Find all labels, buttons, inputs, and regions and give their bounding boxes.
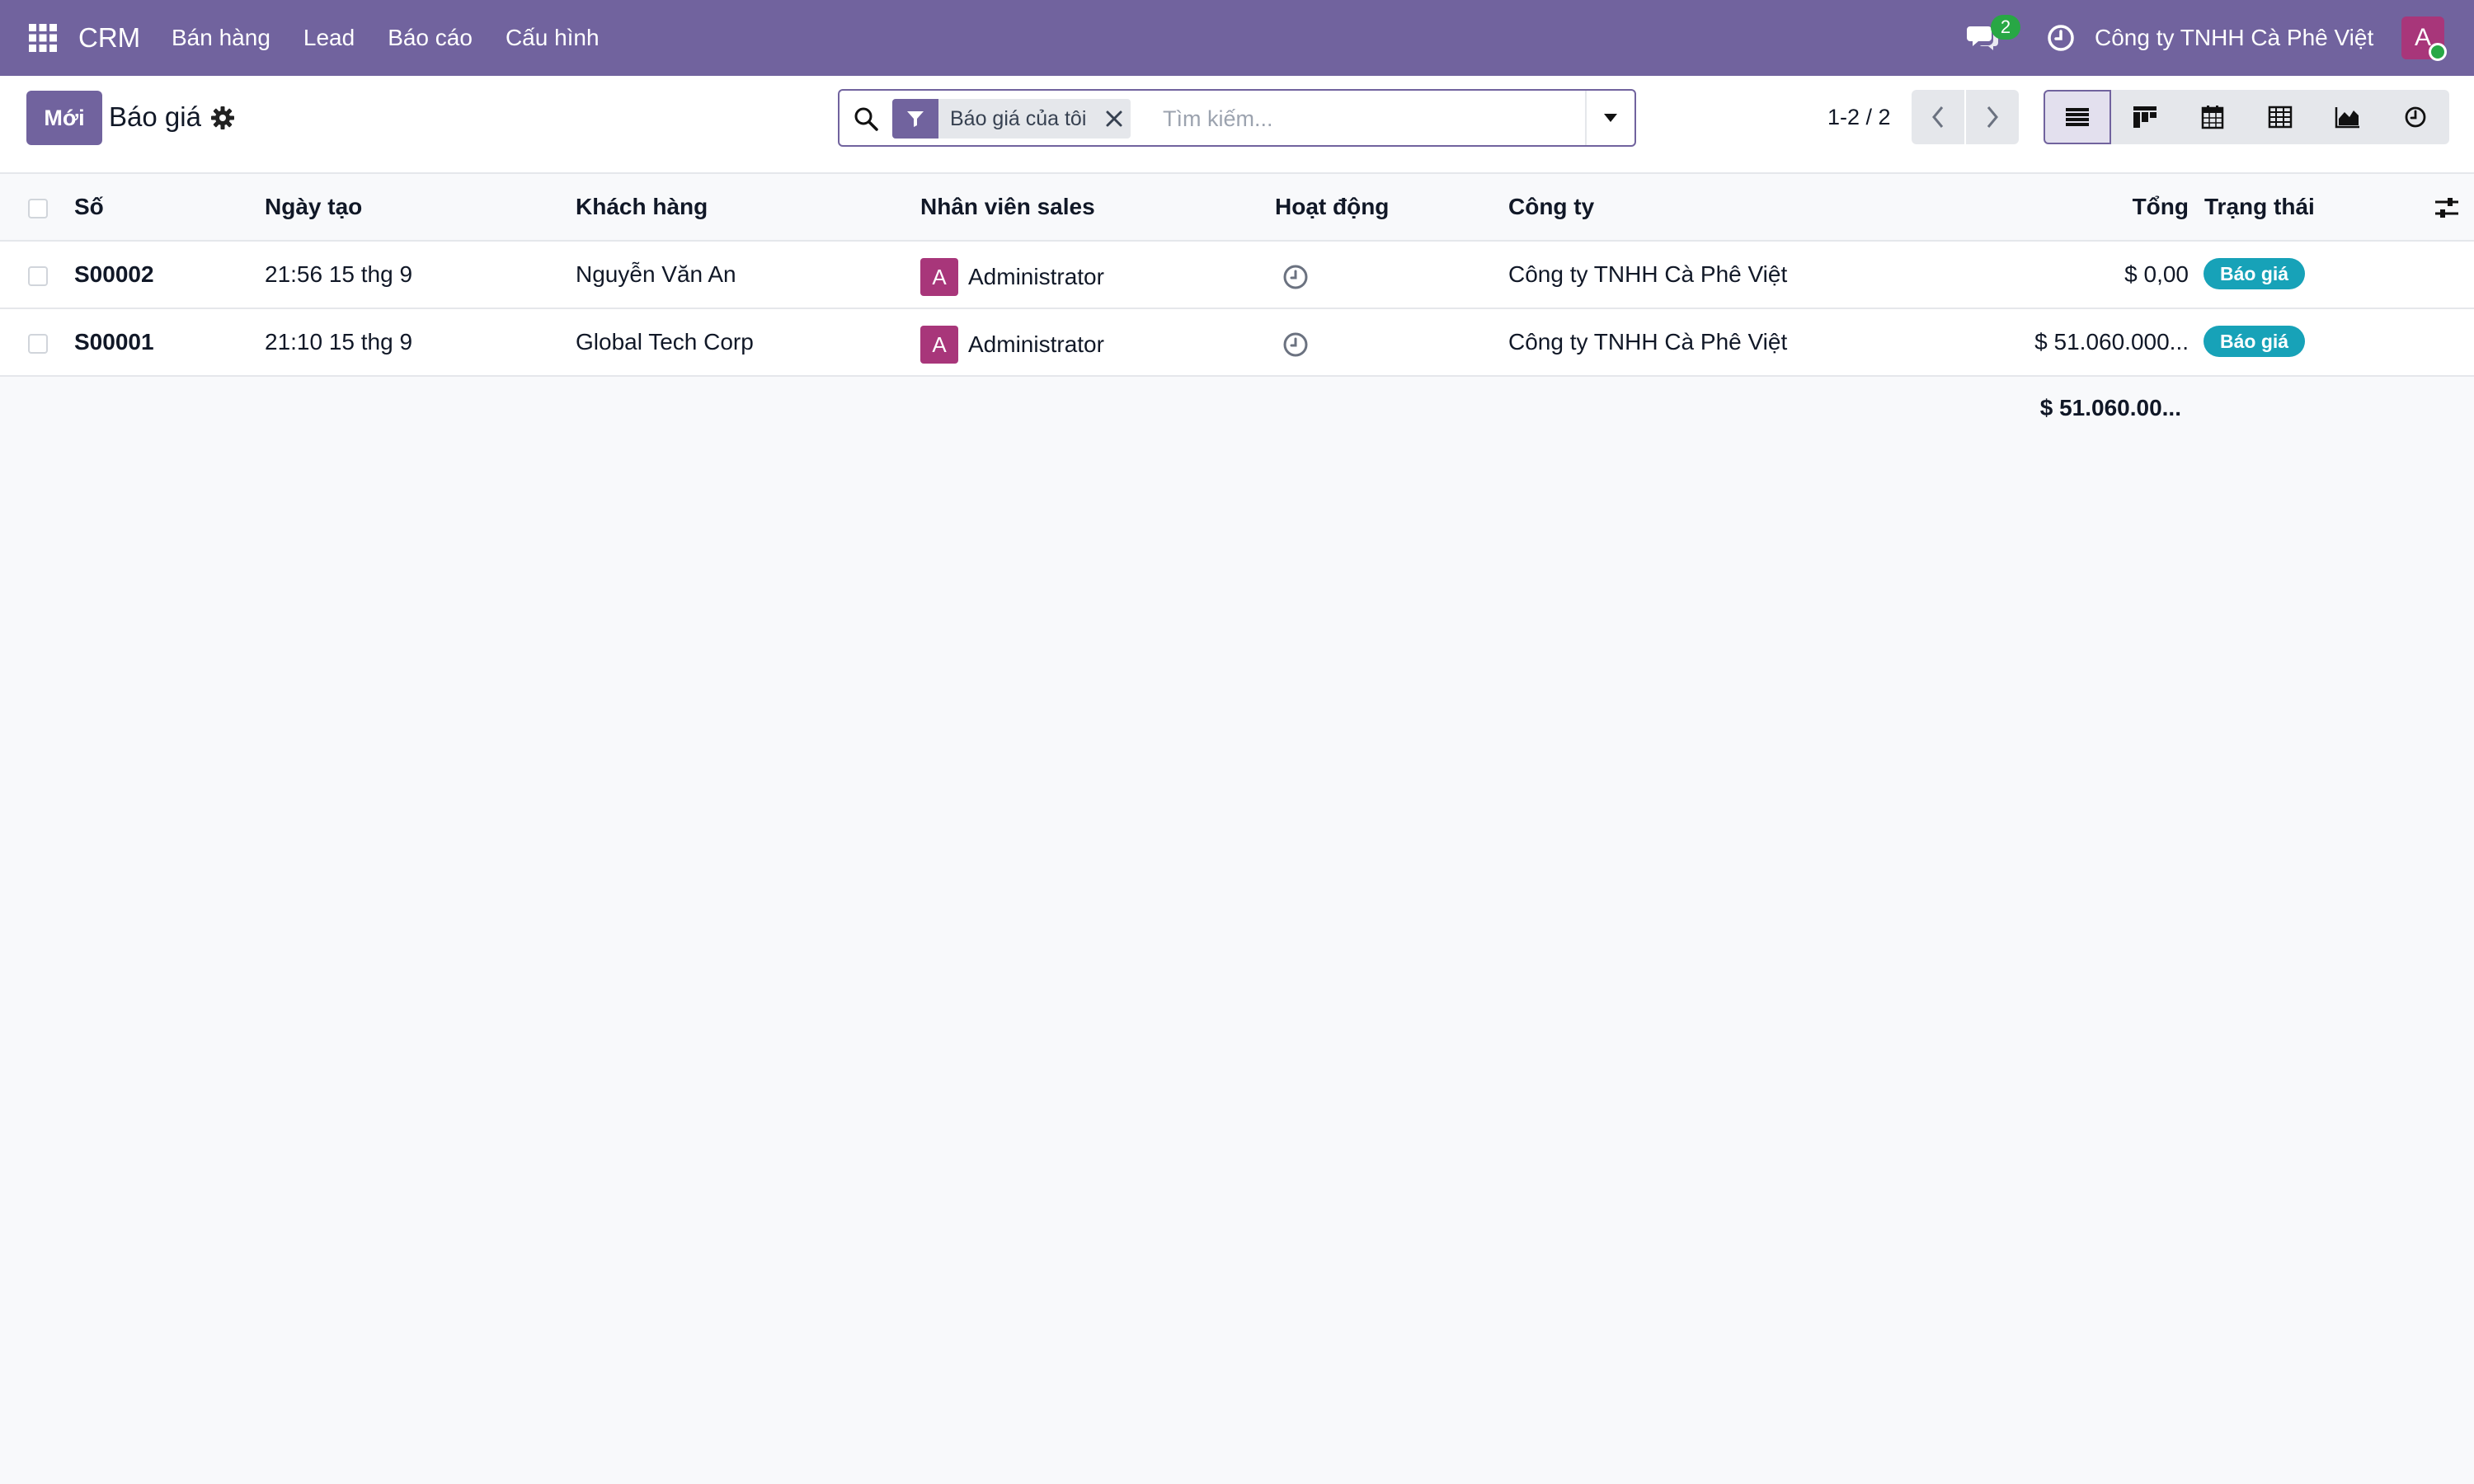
select-all-checkbox[interactable]: [28, 199, 48, 218]
pager-previous-button[interactable]: [1912, 90, 1964, 144]
apps-grid-icon[interactable]: [28, 23, 58, 53]
company-switcher[interactable]: Công ty TNHH Cà Phê Việt: [2095, 20, 2373, 56]
new-button[interactable]: Mới: [26, 91, 102, 145]
salesperson-avatar: A: [920, 326, 958, 364]
list-header: Số Ngày tạo Khách hàng Nhân viên sales H…: [0, 174, 2474, 242]
salesperson-name: Administrator: [968, 264, 1104, 289]
main-menu: Bán hàng Lead Báo cáo Cấu hình: [172, 20, 600, 56]
pager-next-button[interactable]: [1966, 90, 2019, 144]
facet-label: Báo giá của tôi: [950, 107, 1087, 130]
close-icon[interactable]: [1098, 99, 1131, 139]
creation-date: 21:10 15 thg 9: [265, 329, 413, 355]
chevron-left-icon: [1932, 106, 1944, 128]
total-amount: $ 0,00: [2124, 261, 2189, 287]
column-header-activity[interactable]: Hoạt động: [1275, 190, 1389, 223]
column-header-customer[interactable]: Khách hàng: [576, 190, 708, 223]
calendar-icon: [2201, 106, 2224, 129]
top-navbar: CRM Bán hàng Lead Báo cáo Cấu hình 2 Côn…: [0, 0, 2474, 76]
chevron-right-icon: [1987, 106, 1998, 128]
online-status-dot: [2429, 43, 2447, 61]
column-header-date[interactable]: Ngày tạo: [265, 190, 362, 223]
quotations-list: Số Ngày tạo Khách hàng Nhân viên sales H…: [0, 174, 2474, 444]
pivot-table-icon: [2268, 106, 2293, 129]
column-header-total[interactable]: Tổng: [2133, 190, 2189, 223]
activity-clock-icon[interactable]: [2046, 23, 2076, 53]
view-pivot-button[interactable]: [2246, 90, 2314, 144]
total-amount: $ 51.060.000...: [2034, 329, 2189, 355]
view-activity-button[interactable]: [2382, 90, 2449, 144]
view-list-button[interactable]: [2044, 90, 2111, 144]
status-badge: Báo giá: [2204, 326, 2306, 357]
area-chart-icon: [2335, 107, 2359, 129]
column-header-status[interactable]: Trạng thái: [2204, 190, 2315, 223]
aggregate-total: $ 51.060.00...: [2039, 395, 2181, 420]
salesperson: A Administrator: [920, 258, 1104, 296]
view-calendar-button[interactable]: [2179, 90, 2246, 144]
caret-down-icon: [1604, 114, 1617, 122]
menu-item-lead[interactable]: Lead: [303, 20, 355, 56]
pager-value[interactable]: 1-2 / 2: [1827, 99, 1891, 135]
quotation-number: S00001: [74, 329, 154, 355]
table-row[interactable]: S00002 21:56 15 thg 9 Nguyễn Văn An A Ad…: [0, 242, 2474, 309]
list-footer: $ 51.060.00...: [0, 377, 2474, 444]
search-input[interactable]: [1163, 102, 1592, 135]
table-row[interactable]: S00001 21:10 15 thg 9 Global Tech Corp A…: [0, 309, 2474, 377]
view-switcher: [2044, 90, 2449, 144]
status-badge: Báo giá: [2204, 258, 2306, 289]
company-name: Công ty TNHH Cà Phê Việt: [1508, 329, 1788, 355]
column-header-number[interactable]: Số: [74, 190, 104, 223]
search-options-toggle[interactable]: [1585, 91, 1634, 145]
row-checkbox[interactable]: [28, 266, 48, 286]
creation-date: 21:56 15 thg 9: [265, 261, 413, 287]
menu-item-config[interactable]: Cấu hình: [506, 20, 600, 56]
customer-name: Global Tech Corp: [576, 329, 754, 355]
column-header-salesperson[interactable]: Nhân viên sales: [920, 190, 1095, 223]
view-kanban-button[interactable]: [2111, 90, 2179, 144]
salesperson: A Administrator: [920, 326, 1104, 364]
menu-item-reports[interactable]: Báo cáo: [388, 20, 473, 56]
view-graph-button[interactable]: [2314, 90, 2382, 144]
menu-item-sales[interactable]: Bán hàng: [172, 20, 270, 56]
activity-icon: [2405, 106, 2426, 128]
clock-icon[interactable]: [1282, 331, 1310, 359]
chat-count-badge: 2: [1991, 15, 2020, 40]
clock-icon[interactable]: [1282, 263, 1310, 291]
column-header-company[interactable]: Công ty: [1508, 190, 1594, 223]
row-checkbox[interactable]: [28, 334, 48, 354]
kanban-icon: [2133, 106, 2157, 128]
customer-name: Nguyễn Văn An: [576, 261, 736, 287]
control-panel: Mới Báo giá Báo giá của tôi Tìm kiếm... …: [0, 76, 2474, 174]
gear-icon[interactable]: [210, 106, 235, 130]
company-name: Công ty TNHH Cà Phê Việt: [1508, 261, 1788, 287]
list-icon: [2066, 108, 2089, 126]
optional-columns-icon[interactable]: [2433, 194, 2461, 222]
search-icon[interactable]: [853, 106, 879, 132]
app-brand[interactable]: CRM: [78, 20, 140, 56]
search-facet: Báo giá của tôi: [892, 99, 1131, 139]
page-title: Báo giá: [109, 101, 201, 132]
filter-icon: [892, 99, 938, 139]
quotation-number: S00002: [74, 261, 154, 287]
search-bar: Báo giá của tôi: [838, 89, 1636, 147]
salesperson-avatar: A: [920, 258, 958, 296]
salesperson-name: Administrator: [968, 331, 1104, 357]
